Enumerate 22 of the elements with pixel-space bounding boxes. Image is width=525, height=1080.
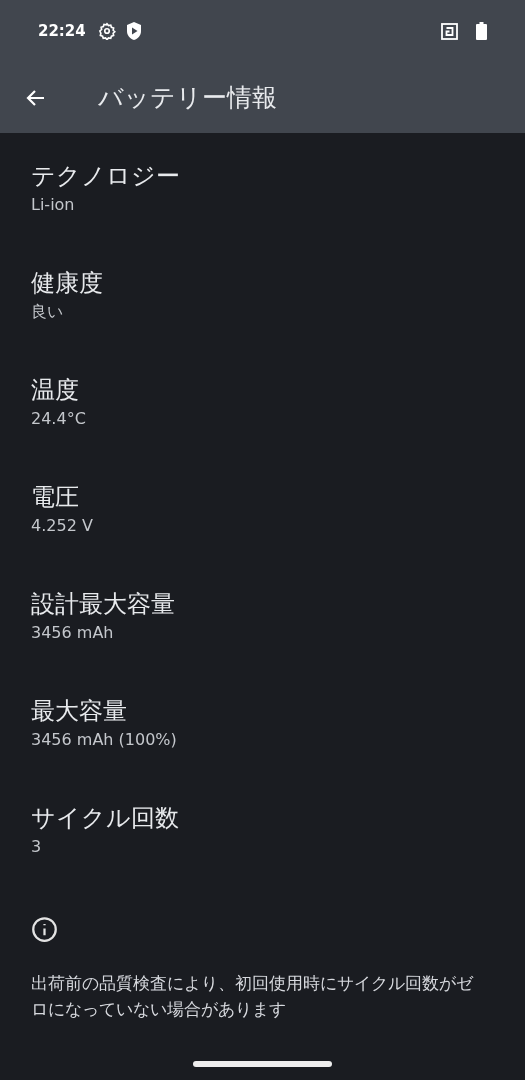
shield-play-icon — [125, 22, 142, 40]
item-title: 設計最大容量 — [31, 589, 175, 620]
item-title: テクノロジー — [31, 161, 180, 192]
screen-title: バッテリー情報 — [98, 81, 277, 114]
item-value: 3 — [31, 836, 42, 858]
item-title: 健康度 — [31, 268, 103, 299]
item-title: 最大容量 — [31, 696, 127, 727]
gear-icon — [97, 22, 116, 40]
item-value: 4.252 V — [31, 515, 93, 537]
info-note: 出荷前の品質検査により、初回使用時にサイクル回数がゼロになっていない場合があります — [31, 972, 475, 1021]
item-title: 電圧 — [31, 482, 79, 513]
item-value: Li-ion — [31, 194, 75, 216]
item-value: 3456 mAh — [31, 622, 114, 644]
item-title: サイクル回数 — [31, 803, 179, 834]
item-title: 温度 — [31, 375, 79, 406]
info-icon — [31, 916, 58, 943]
battery-icon — [476, 22, 487, 40]
nfc-icon — [441, 22, 458, 40]
item-value: 24.4°C — [31, 408, 86, 430]
item-value: 3456 mAh (100%) — [31, 729, 177, 751]
item-value: 良い — [31, 301, 63, 323]
status-time: 22:24 — [38, 20, 86, 42]
